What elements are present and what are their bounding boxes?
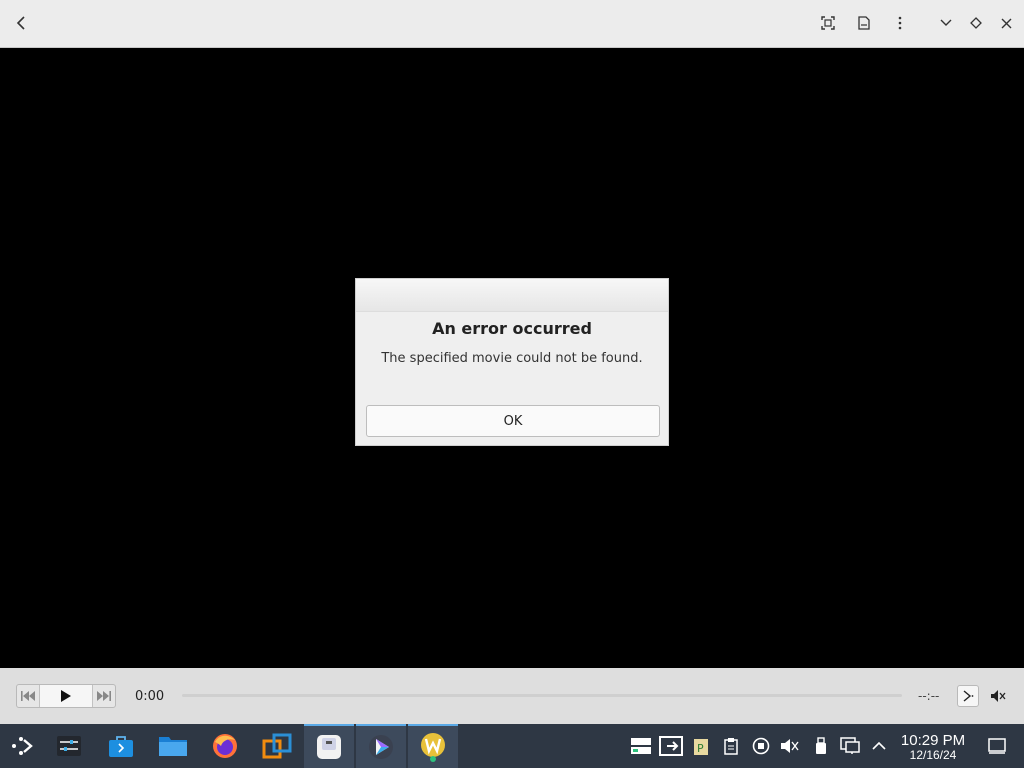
software-store-icon[interactable] [96, 724, 146, 768]
back-icon[interactable] [10, 12, 32, 34]
system-settings-icon[interactable] [44, 724, 94, 768]
dialog-heading: An error occurred [432, 319, 592, 338]
app-launcher-icon[interactable] [0, 724, 44, 768]
seek-bar[interactable] [182, 694, 902, 697]
dialog-message: The specified movie could not be found. [381, 351, 643, 366]
chevron-up-icon[interactable] [869, 736, 889, 756]
taskbar: P [0, 724, 1024, 768]
display-switch-icon[interactable] [659, 736, 683, 756]
clipboard-icon[interactable] [721, 736, 741, 756]
play-button[interactable] [39, 685, 94, 707]
document-icon[interactable] [853, 12, 875, 34]
record-stop-icon[interactable] [751, 736, 771, 756]
kebab-menu-icon[interactable] [889, 12, 911, 34]
diamond-icon[interactable] [965, 12, 987, 34]
fullscreen-icon[interactable] [817, 12, 839, 34]
transport-controls [16, 684, 116, 708]
storage-icon[interactable] [630, 736, 652, 756]
skip-back-icon[interactable] [17, 685, 40, 707]
show-desktop-icon[interactable] [987, 736, 1007, 756]
firefox-icon[interactable] [200, 724, 250, 768]
skip-forward-icon[interactable] [93, 685, 115, 707]
volume-muted-icon[interactable] [780, 736, 800, 756]
file-manager-icon[interactable] [148, 724, 198, 768]
usb-drive-icon[interactable] [811, 736, 831, 756]
chevron-right-icon [963, 690, 974, 702]
remaining-time: --:-- [918, 689, 940, 703]
clock-time[interactable]: 10:29 PM [898, 732, 968, 749]
svg-text:P: P [697, 742, 704, 755]
mute-icon[interactable] [989, 686, 1007, 706]
current-time: 0:00 [135, 689, 165, 704]
error-dialog: An error occurred The specified movie co… [355, 278, 669, 446]
clipboard-p-icon[interactable]: P [691, 736, 711, 756]
clock-date[interactable]: 12/16/24 [898, 748, 968, 762]
window-titlebar [0, 0, 1024, 48]
dialog-title-strip[interactable] [356, 279, 668, 312]
media-player-icon[interactable] [356, 724, 406, 768]
text-editor-icon[interactable] [304, 724, 354, 768]
ok-button[interactable]: OK [366, 405, 660, 437]
play-icon [60, 690, 71, 702]
chevron-down-icon[interactable] [935, 12, 957, 34]
close-icon[interactable] [995, 12, 1017, 34]
virtualization-icon[interactable] [252, 724, 302, 768]
w-app-icon[interactable] [408, 724, 458, 768]
player-controls: 0:00 --:-- [0, 668, 1024, 724]
playback-speed-button[interactable] [957, 685, 979, 707]
network-icon[interactable] [840, 736, 860, 756]
